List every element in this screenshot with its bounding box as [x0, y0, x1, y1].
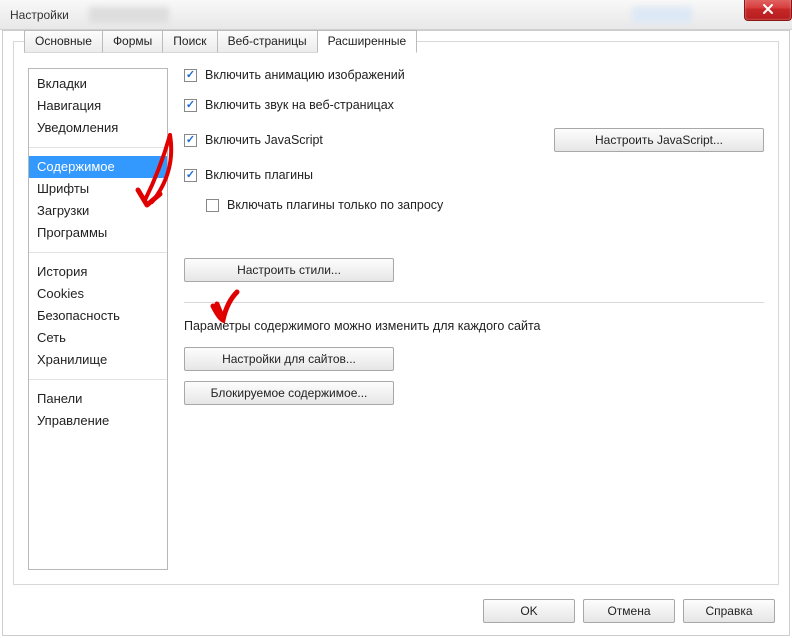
sidebar-item-history[interactable]: История — [29, 261, 167, 283]
checkbox-javascript[interactable] — [184, 134, 197, 147]
blocked-content-button[interactable]: Блокируемое содержимое... — [184, 381, 394, 405]
tab-forms[interactable]: Формы — [102, 30, 163, 53]
sidebar: Вкладки Навигация Уведомления Содержимое… — [28, 68, 168, 570]
sidebar-item-content[interactable]: Содержимое — [29, 156, 167, 178]
sidebar-item-panels[interactable]: Панели — [29, 388, 167, 410]
sidebar-item-network[interactable]: Сеть — [29, 327, 167, 349]
tab-advanced[interactable]: Расширенные — [317, 30, 418, 53]
label-plugins: Включить плагины — [205, 168, 313, 182]
dialog-body: Основные Формы Поиск Веб-страницы Расшир… — [2, 30, 790, 636]
sidebar-item-downloads[interactable]: Загрузки — [29, 200, 167, 222]
tab-strip: Основные Формы Поиск Веб-страницы Расшир… — [24, 30, 416, 53]
per-site-description: Параметры содержимого можно изменить для… — [184, 319, 764, 333]
sidebar-item-navigation[interactable]: Навигация — [29, 95, 167, 117]
checkbox-plugins-ondemand[interactable] — [206, 199, 219, 212]
blurred-area — [89, 7, 169, 23]
sidebar-item-storage[interactable]: Хранилище — [29, 349, 167, 371]
ok-button[interactable]: OK — [483, 599, 575, 623]
tab-main[interactable]: Основные — [24, 30, 103, 53]
tab-groupbox: Основные Формы Поиск Веб-страницы Расшир… — [13, 41, 779, 585]
tab-panel: Вкладки Навигация Уведомления Содержимое… — [14, 54, 778, 584]
label-javascript: Включить JavaScript — [205, 133, 323, 147]
label-plugins-ondemand: Включать плагины только по запросу — [227, 198, 443, 212]
sidebar-item-fonts[interactable]: Шрифты — [29, 178, 167, 200]
dialog-footer: OK Отмена Справка — [483, 599, 775, 623]
configure-javascript-button[interactable]: Настроить JavaScript... — [554, 128, 764, 152]
content-pane: Включить анимацию изображений Включить з… — [184, 68, 764, 570]
sidebar-item-management[interactable]: Управление — [29, 410, 167, 432]
checkbox-animation[interactable] — [184, 69, 197, 82]
sidebar-item-notifications[interactable]: Уведомления — [29, 117, 167, 139]
sidebar-item-security[interactable]: Безопасность — [29, 305, 167, 327]
sidebar-item-programs[interactable]: Программы — [29, 222, 167, 244]
sidebar-separator — [29, 379, 167, 380]
checkbox-plugins[interactable] — [184, 169, 197, 182]
configure-styles-button[interactable]: Настроить стили... — [184, 258, 394, 282]
blurred-area — [632, 7, 692, 23]
tab-webpages[interactable]: Веб-страницы — [217, 30, 318, 53]
separator — [184, 302, 764, 303]
site-settings-button[interactable]: Настройки для сайтов... — [184, 347, 394, 371]
tab-search[interactable]: Поиск — [162, 30, 217, 53]
sidebar-item-cookies[interactable]: Cookies — [29, 283, 167, 305]
sidebar-item-tabs[interactable]: Вкладки — [29, 73, 167, 95]
window-title: Настройки — [10, 8, 69, 22]
close-icon — [762, 3, 774, 15]
sidebar-separator — [29, 147, 167, 148]
label-sound: Включить звук на веб-страницах — [205, 98, 394, 112]
titlebar: Настройки — [0, 0, 792, 30]
sidebar-separator — [29, 252, 167, 253]
checkbox-sound[interactable] — [184, 99, 197, 112]
help-button[interactable]: Справка — [683, 599, 775, 623]
close-button[interactable] — [744, 0, 792, 21]
label-animation: Включить анимацию изображений — [205, 68, 405, 82]
cancel-button[interactable]: Отмена — [583, 599, 675, 623]
